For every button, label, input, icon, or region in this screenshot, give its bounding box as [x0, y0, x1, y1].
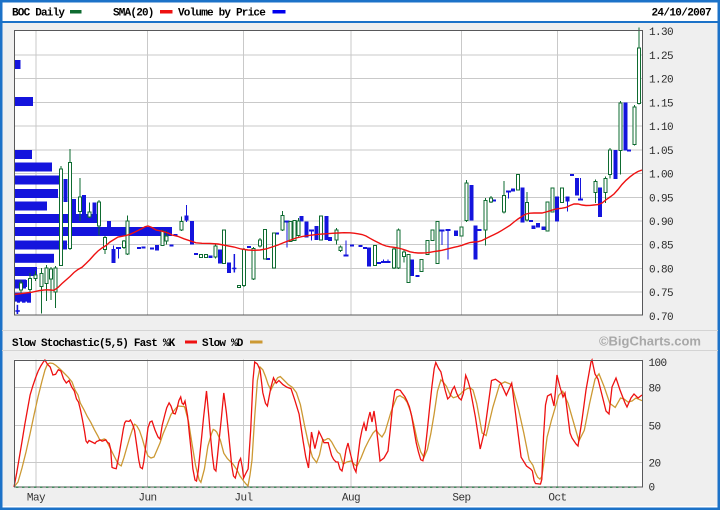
svg-text:1.10: 1.10 [649, 122, 673, 134]
svg-text:May: May [27, 493, 46, 505]
svg-text:80: 80 [649, 383, 661, 395]
svg-text:SMA(20): SMA(20) [113, 8, 154, 20]
svg-text:0.80: 0.80 [649, 265, 673, 277]
svg-text:1.20: 1.20 [649, 75, 673, 87]
svg-text:Aug: Aug [342, 493, 360, 505]
svg-text:©BigCharts.com: ©BigCharts.com [599, 334, 701, 349]
svg-text:Volume by Price: Volume by Price [178, 8, 266, 20]
svg-text:Slow %D: Slow %D [202, 338, 244, 350]
svg-text:0: 0 [649, 483, 655, 495]
svg-text:1.00: 1.00 [649, 170, 673, 182]
svg-text:24/10/2007: 24/10/2007 [651, 8, 711, 20]
svg-text:0.85: 0.85 [649, 241, 673, 253]
svg-text:1.15: 1.15 [649, 98, 673, 110]
svg-text:Sep: Sep [452, 493, 470, 505]
svg-text:0.75: 0.75 [649, 288, 673, 300]
svg-text:1.30: 1.30 [649, 27, 673, 39]
svg-text:Oct: Oct [548, 493, 566, 505]
svg-text:0.90: 0.90 [649, 217, 673, 229]
svg-text:50: 50 [649, 421, 661, 433]
svg-text:BOC Daily: BOC Daily [12, 8, 65, 20]
svg-text:1.25: 1.25 [649, 51, 673, 63]
svg-text:20: 20 [649, 459, 661, 471]
svg-text:1.05: 1.05 [649, 146, 673, 158]
svg-text:0.95: 0.95 [649, 193, 673, 205]
svg-text:100: 100 [649, 358, 667, 370]
svg-text:Jun: Jun [138, 493, 156, 505]
svg-text:0.70: 0.70 [649, 312, 673, 324]
svg-text:Jul: Jul [234, 493, 252, 505]
svg-text:Slow Stochastic(5,5) Fast %K: Slow Stochastic(5,5) Fast %K [12, 338, 176, 350]
